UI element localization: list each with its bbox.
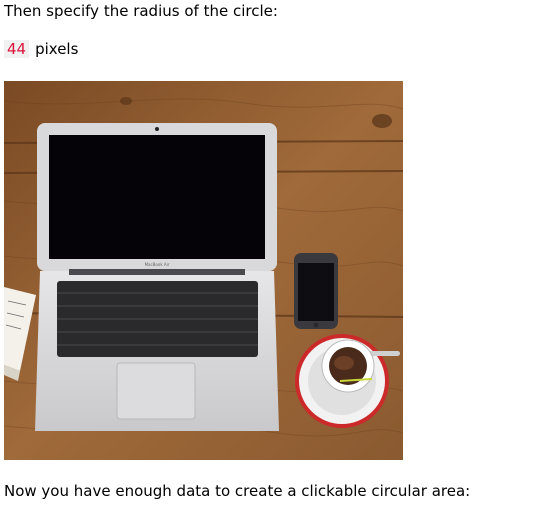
phone-screen (298, 263, 334, 321)
radius-value: 44 (4, 40, 30, 58)
phone (294, 253, 338, 329)
laptop-brand-text: MacBook Air (145, 262, 170, 267)
result-text: Now you have enough data to create a cli… (4, 482, 471, 500)
hinge (69, 269, 245, 275)
coffee-foam (334, 356, 354, 370)
laptop: MacBook Air (35, 123, 279, 431)
workspace-photo: MacBook Air (4, 81, 403, 460)
instruction-text: Then specify the radius of the circle: (4, 2, 278, 20)
laptop-screen (49, 135, 265, 259)
radius-unit: pixels (35, 40, 79, 58)
wood-knot (372, 114, 392, 128)
webcam (155, 127, 159, 131)
trackpad (116, 362, 196, 420)
phone-home-button (313, 322, 319, 328)
wood-knot (120, 97, 132, 105)
radius-line: 44 pixels (4, 40, 78, 58)
